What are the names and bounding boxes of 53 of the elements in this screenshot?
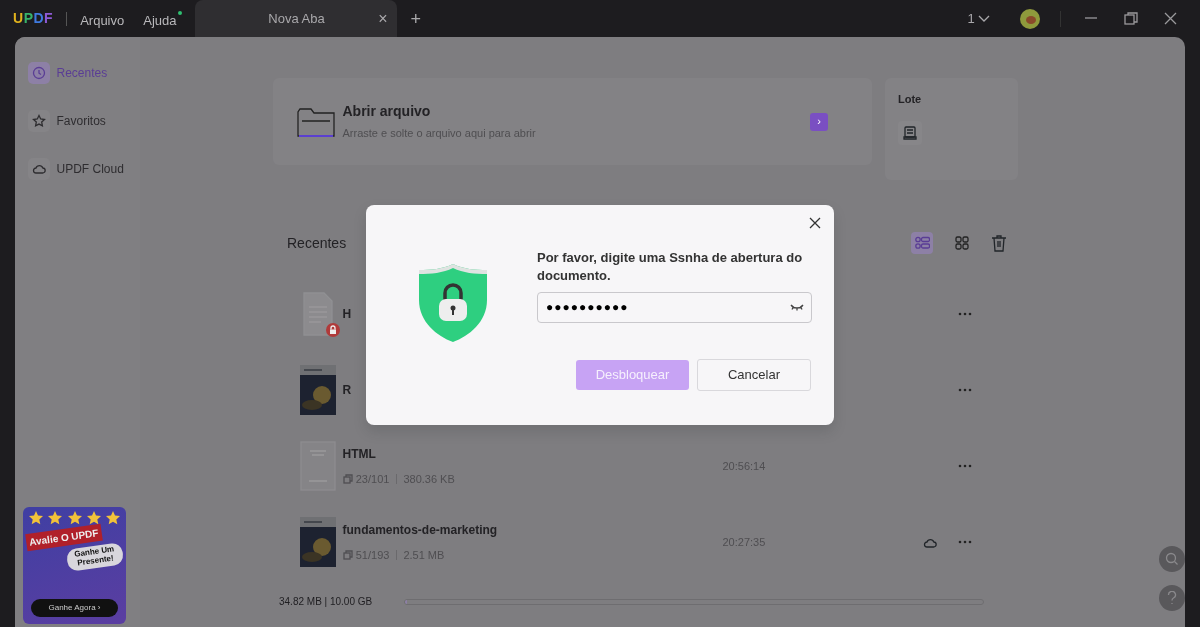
menu-item[interactable]: Arquivo [80,10,131,27]
storage-usage: 34.82 MB | 10.00 GB [279,595,374,609]
password-field[interactable]: ●●●●●●●●●● [537,291,812,323]
promo-text: Ganhe Um Presente! [65,542,124,572]
more-icon[interactable] [957,312,972,316]
tab-label: Nova Aba [268,9,325,28]
document-stack-icon[interactable] [902,124,918,141]
chevron-down-icon [978,14,990,23]
close-icon[interactable] [1163,11,1178,26]
pages-icon [342,474,353,484]
star-icon [105,510,121,526]
search-icon [1165,552,1179,566]
new-tab-button[interactable]: + [410,9,421,28]
close-icon[interactable] [809,217,821,229]
card-title: Lote [898,92,923,107]
star-icon [47,510,64,526]
dialog-message: Por favor, digite uma Ssnha de abertura do documento. [537,249,804,285]
avatar[interactable] [1020,8,1040,29]
list-icon [914,235,930,251]
more-icon[interactable] [957,540,972,544]
question-icon [1167,591,1177,605]
document-icon [300,289,336,339]
sidebar-item[interactable]: UPDF Cloud [28,157,140,181]
star-icon [85,510,102,526]
open-arrow-button[interactable]: › [810,112,828,131]
grid-icon [954,235,970,251]
card-title: Abrir arquivo [342,102,432,122]
notification-dot [178,10,183,15]
pages-icon [342,550,353,560]
page-count-dropdown[interactable]: 1 [967,12,990,25]
close-tab-button[interactable]: × [378,10,388,27]
section-title: Recentes [287,233,347,253]
trash-icon[interactable] [991,234,1007,252]
promo-banner[interactable]: Avalie O UPDF Ganhe Um Presente! Ganhe Agora › [23,506,126,624]
cancel-button[interactable]: Cancelar [697,358,811,391]
star-icon [66,510,83,526]
file-name[interactable]: HTML [342,444,723,463]
menu-item[interactable]: Ajuda [143,10,183,27]
shield-lock-icon [417,262,489,344]
clock-icon [32,66,46,80]
cloud-icon [32,162,46,176]
tab[interactable]: Nova Aba × [195,0,398,37]
file-name[interactable]: fundamentos-de-marketing [342,520,723,539]
more-icon[interactable] [957,464,972,468]
restore-icon[interactable] [1123,11,1138,26]
star-icon [32,114,46,128]
logo: UPDF [13,9,54,28]
more-icon[interactable] [957,388,972,392]
sidebar-item[interactable]: Favoritos [28,109,140,133]
promo-button[interactable]: Ganhe Agora › [31,599,118,618]
star-icon [28,510,44,526]
eye-closed-icon[interactable] [790,303,804,312]
list-view-button[interactable] [911,232,933,254]
